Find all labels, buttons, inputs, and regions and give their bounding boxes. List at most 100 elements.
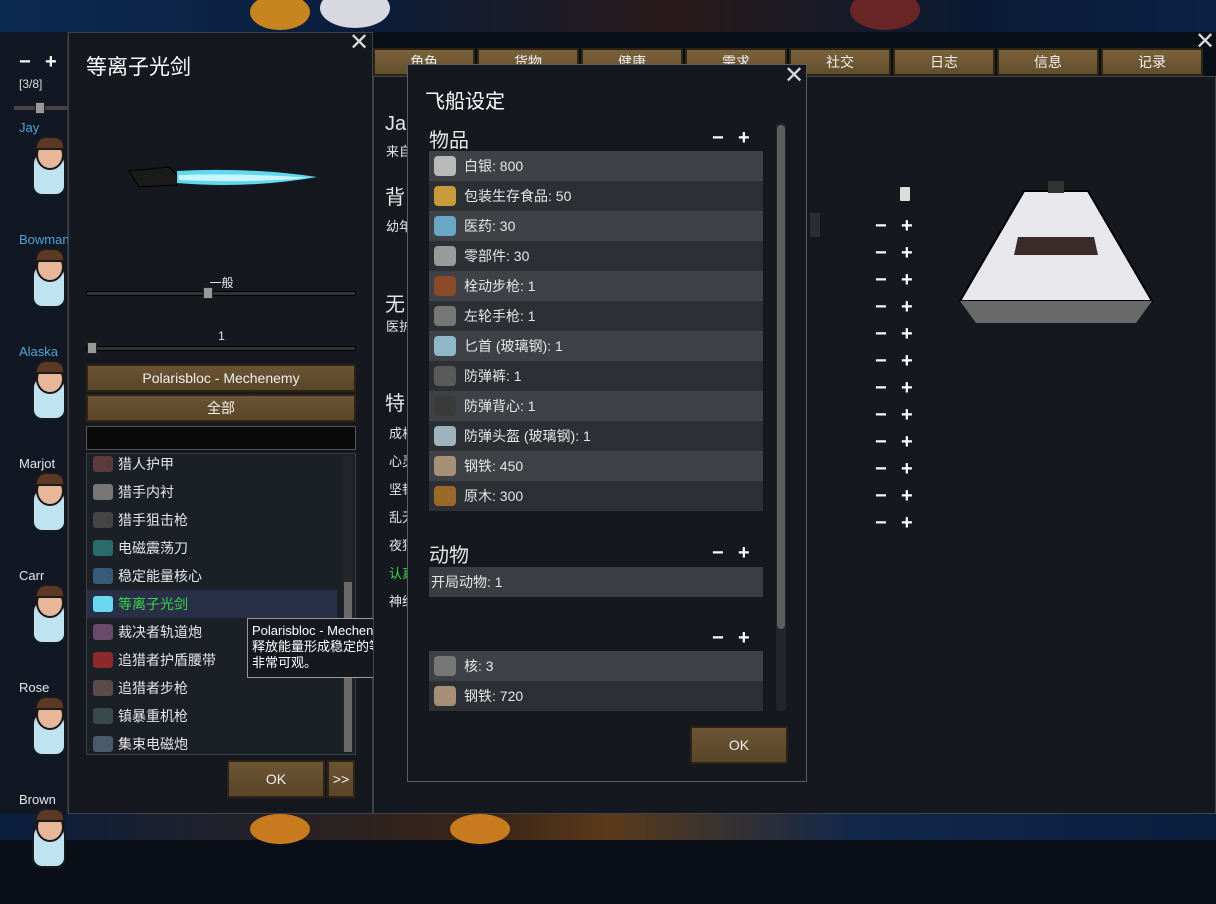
colonist-portrait[interactable]: Marjot (0, 456, 68, 568)
item-label: 追猎者护盾腰带 (118, 652, 216, 668)
minus-button[interactable]: − (875, 270, 887, 290)
tab-7[interactable]: 记录 (1101, 48, 1203, 76)
item-list-row[interactable]: 猎手内衬 (87, 478, 337, 506)
item-list-row[interactable]: 稳定能量核心 (87, 562, 337, 590)
item-list-row[interactable]: 电磁震荡刀 (87, 534, 337, 562)
item-list-row[interactable]: 猎人护甲 (87, 454, 337, 478)
minus-button[interactable]: − (875, 513, 887, 533)
strip-plus-button[interactable]: + (45, 52, 57, 72)
plus-button[interactable]: + (901, 297, 913, 317)
animal-row[interactable]: 开局动物: 1 (429, 567, 763, 597)
ship-item-label: 栓动步枪: 1 (464, 278, 536, 294)
ship-item-row[interactable]: 钢铁: 450 (429, 451, 763, 481)
category-filter-button[interactable]: 全部 (86, 394, 356, 422)
minus-button[interactable]: − (875, 243, 887, 263)
flak-vest-icon (434, 396, 456, 416)
colonist-portrait[interactable]: Brown (0, 792, 68, 904)
ship-item-row[interactable]: 栓动步枪: 1 (429, 271, 763, 301)
wood-icon (434, 486, 456, 506)
plus-button[interactable]: + (901, 459, 913, 479)
search-input[interactable] (86, 426, 356, 450)
scatter-minus-button[interactable]: − (712, 628, 724, 648)
strip-slider-handle[interactable] (35, 102, 45, 114)
ship-item-row[interactable]: 原木: 300 (429, 481, 763, 511)
item-list-row[interactable]: 追猎者步枪 (87, 674, 337, 702)
steel-icon (434, 456, 456, 476)
colonist-portrait[interactable]: Jay (0, 120, 68, 232)
item-list-row[interactable]: 等离子光剑 (87, 590, 337, 618)
mod-filter-button[interactable]: Polarisbloc - Mechenemy (86, 364, 356, 392)
ship-item-row[interactable]: 防弹背心: 1 (429, 391, 763, 421)
item-label: 镇暴重机枪 (118, 708, 188, 724)
plus-button[interactable]: + (901, 432, 913, 452)
minus-button[interactable]: − (875, 297, 887, 317)
colonist-portrait[interactable]: Bowman (0, 232, 70, 344)
copy-icon[interactable] (900, 187, 910, 201)
minus-button[interactable]: − (875, 216, 887, 236)
item-list-row[interactable]: 镇暴重机枪 (87, 702, 337, 730)
ship-item-row[interactable]: 左轮手枪: 1 (429, 301, 763, 331)
ok-button[interactable]: OK (227, 760, 325, 798)
minus-button[interactable]: − (875, 459, 887, 479)
item-list-row[interactable]: 集束电磁炮 (87, 730, 337, 754)
minus-button[interactable]: − (875, 486, 887, 506)
count-slider-handle[interactable] (87, 342, 97, 354)
colonist-strip: − + [3/8] Jay Bowman Alaska Marjot Carr Rose B… (0, 32, 70, 868)
items-plus-button[interactable]: + (738, 128, 750, 148)
item-list-scrollbar[interactable] (343, 456, 353, 752)
ship-item-row[interactable]: 匕首 (玻璃钢): 1 (429, 331, 763, 361)
colonist-hair (35, 472, 65, 486)
animals-plus-button[interactable]: + (738, 543, 750, 563)
hunter-armor-icon (93, 456, 113, 472)
plus-button[interactable]: + (901, 351, 913, 371)
close-icon[interactable]: ✕ (1194, 30, 1216, 54)
minus-button[interactable]: − (875, 351, 887, 371)
minus-button[interactable]: − (875, 432, 887, 452)
plus-button[interactable]: + (901, 486, 913, 506)
traits-heading: 特 (385, 393, 405, 415)
ship-item-row[interactable]: 防弹头盔 (玻璃钢): 1 (429, 421, 763, 451)
ship-item-label: 原木: 300 (464, 488, 524, 504)
strip-minus-button[interactable]: − (19, 52, 31, 72)
plus-button[interactable]: + (901, 513, 913, 533)
plus-button[interactable]: + (901, 378, 913, 398)
minus-button[interactable]: − (875, 378, 887, 398)
close-icon[interactable]: ✕ (348, 31, 370, 55)
ship-item-row[interactable]: 防弹裤: 1 (429, 361, 763, 391)
items-minus-button[interactable]: − (712, 128, 724, 148)
count-slider[interactable] (86, 346, 356, 351)
scatter-item-row[interactable]: 核: 3 (429, 651, 763, 681)
scatter-plus-button[interactable]: + (738, 628, 750, 648)
plus-button[interactable]: + (901, 270, 913, 290)
ship-item-row[interactable]: 医药: 30 (429, 211, 763, 241)
dialog-scrollbar[interactable] (776, 123, 786, 711)
backstory-heading: 背 (385, 187, 405, 209)
ship-item-row[interactable]: 包装生存食品: 50 (429, 181, 763, 211)
ship-item-row[interactable]: 零部件: 30 (429, 241, 763, 271)
colonist-portrait[interactable]: Carr (0, 568, 68, 680)
plus-button[interactable]: + (901, 243, 913, 263)
background-art (320, 0, 390, 28)
close-icon[interactable]: ✕ (783, 64, 805, 88)
colonist-name: Marjot (19, 456, 56, 471)
item-label: 猎手狙击枪 (118, 512, 188, 528)
quality-slider[interactable] (86, 291, 356, 296)
scrollbar-thumb[interactable] (777, 125, 785, 629)
minus-button[interactable]: − (875, 405, 887, 425)
colonist-portrait[interactable]: Alaska (0, 344, 68, 456)
plus-button[interactable]: + (901, 324, 913, 344)
item-list-row[interactable]: 猎手狙击枪 (87, 506, 337, 534)
tab-5[interactable]: 日志 (893, 48, 995, 76)
next-button[interactable]: >> (327, 760, 355, 798)
colonist-portrait[interactable]: Rose (0, 680, 68, 792)
animals-minus-button[interactable]: − (712, 543, 724, 563)
dialog-ok-button[interactable]: OK (690, 726, 788, 764)
plus-button[interactable]: + (901, 405, 913, 425)
ship-item-row[interactable]: 白银: 800 (429, 151, 763, 181)
scatter-item-row[interactable]: 钢铁: 720 (429, 681, 763, 711)
quality-slider-handle[interactable] (203, 287, 213, 299)
minus-button[interactable]: − (875, 324, 887, 344)
plus-button[interactable]: + (901, 216, 913, 236)
medicine-icon (434, 216, 456, 236)
tab-6[interactable]: 信息 (997, 48, 1099, 76)
